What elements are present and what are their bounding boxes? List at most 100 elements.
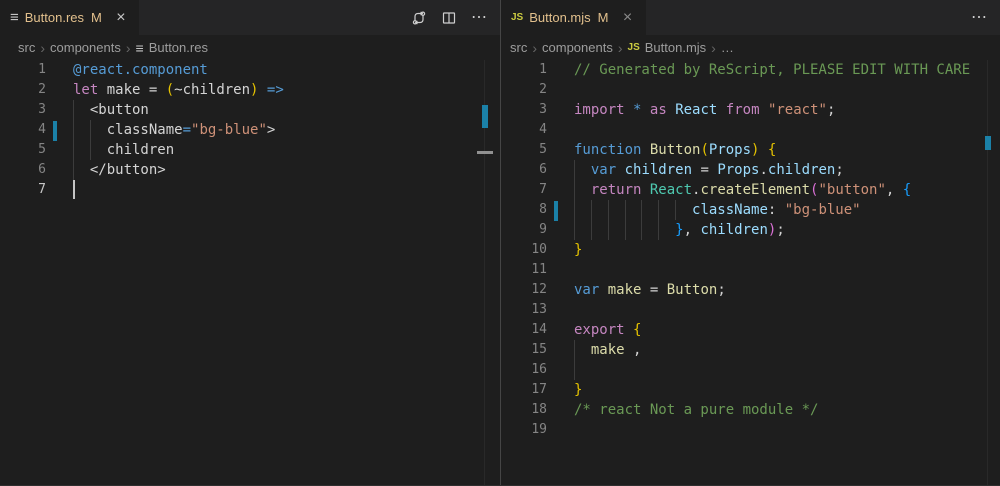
line-number: 9 <box>501 220 547 240</box>
breadcrumb-symbol[interactable]: … <box>721 40 734 55</box>
gutter-modified-indicator <box>53 121 57 141</box>
close-icon[interactable]: × <box>618 8 638 28</box>
indent-guide <box>73 160 74 180</box>
breadcrumb-file[interactable]: Button.mjs <box>645 40 706 55</box>
code-line-text: }, children); <box>574 220 785 240</box>
code-line: 12 var make = Button; <box>501 280 1000 300</box>
breadcrumbs-left: src › components › ≡ Button.res <box>0 35 500 60</box>
line-number: 12 <box>501 280 547 300</box>
code-line: 9 }, children); <box>501 220 1000 240</box>
code-line-text: @react.component <box>73 60 208 80</box>
chevron-right-icon: › <box>532 41 537 55</box>
split-editor-icon <box>441 10 457 26</box>
split-editor-button[interactable] <box>438 7 460 29</box>
code-line-text: var children = Props.children; <box>574 160 844 180</box>
indent-guide <box>591 220 592 240</box>
indent-guide <box>608 200 609 220</box>
code-editor-rescript[interactable]: 1@react.component2let make = (~children)… <box>0 60 500 200</box>
code-line: 6 var children = Props.children; <box>501 160 1000 180</box>
code-line-text: children <box>73 140 174 160</box>
tab-label: Button.res <box>25 10 84 25</box>
chevron-right-icon: › <box>618 41 623 55</box>
code-line: 4 className="bg-blue"> <box>0 120 500 140</box>
more-actions-button[interactable]: ⋯ <box>968 7 990 29</box>
code-line: 11 <box>501 260 1000 280</box>
line-number: 14 <box>501 320 547 340</box>
line-number: 5 <box>501 140 547 160</box>
overview-ruler-modified-marker <box>482 105 488 128</box>
indent-guide <box>574 220 575 240</box>
chevron-right-icon: › <box>711 41 716 55</box>
indent-guide <box>658 220 659 240</box>
line-number: 8 <box>501 200 547 220</box>
more-actions-icon: ⋯ <box>971 10 987 26</box>
line-number: 2 <box>0 80 46 100</box>
code-editor-javascript[interactable]: 1 // Generated by ReScript, PLEASE EDIT W… <box>501 60 1000 440</box>
line-number: 4 <box>501 120 547 140</box>
breadcrumb-components[interactable]: components <box>50 40 121 55</box>
indent-guide <box>574 200 575 220</box>
javascript-icon: JS <box>628 42 640 53</box>
indent-guide <box>625 220 626 240</box>
code-line: 4 <box>501 120 1000 140</box>
indent-guide <box>73 140 74 160</box>
code-line-text: return React.createElement("button", { <box>574 180 911 200</box>
indent-guide <box>73 120 74 140</box>
code-line: 2 <box>501 80 1000 100</box>
line-number: 5 <box>0 140 46 160</box>
breadcrumb-components[interactable]: components <box>542 40 613 55</box>
code-line: 3 <button <box>0 100 500 120</box>
code-line: 15 make , <box>501 340 1000 360</box>
more-actions-button[interactable]: ⋯ <box>468 7 490 29</box>
code-line-text: } <box>574 380 582 400</box>
code-line-text: <button <box>73 100 149 120</box>
indent-guide <box>658 200 659 220</box>
close-icon[interactable]: × <box>111 8 131 28</box>
code-line: 7 return React.createElement("button", { <box>501 180 1000 200</box>
code-line: 2 let make = (~children) => <box>0 80 500 100</box>
code-line: 8 className: "bg-blue" <box>501 200 1000 220</box>
code-line-text: /* react Not a pure module */ <box>574 400 818 420</box>
overview-ruler-cursor-marker <box>477 151 493 154</box>
code-line-text: import * as React from "react"; <box>574 100 835 120</box>
tab-label: Button.mjs <box>529 10 590 25</box>
line-number: 6 <box>0 160 46 180</box>
code-line: 7 <box>0 180 500 200</box>
chevron-right-icon: › <box>126 41 131 55</box>
tab-button-res[interactable]: ≡ Button.res M × <box>0 0 139 35</box>
tab-button-mjs[interactable]: JS Button.mjs M × <box>501 0 646 35</box>
breadcrumb-src[interactable]: src <box>18 40 35 55</box>
line-number: 19 <box>501 420 547 440</box>
code-line: 10} <box>501 240 1000 260</box>
code-line-text: // Generated by ReScript, PLEASE EDIT WI… <box>574 60 970 80</box>
indent-guide <box>574 360 575 380</box>
breadcrumbs-right: src › components › JS Button.mjs › … <box>501 35 1000 60</box>
more-actions-icon: ⋯ <box>471 10 487 26</box>
overview-ruler-modified-marker <box>985 136 991 150</box>
line-number: 17 <box>501 380 547 400</box>
breadcrumb-file[interactable]: Button.res <box>149 40 208 55</box>
indent-guide <box>73 100 74 120</box>
line-number: 11 <box>501 260 547 280</box>
breadcrumb-src[interactable]: src <box>510 40 527 55</box>
editor-actions-right: ⋯ <box>968 0 1000 35</box>
line-number: 1 <box>501 60 547 80</box>
line-number: 15 <box>501 340 547 360</box>
line-number: 16 <box>501 360 547 380</box>
code-line-text: make , <box>574 340 641 360</box>
code-line: 17} <box>501 380 1000 400</box>
code-line: 6 </button> <box>0 160 500 180</box>
code-line: 18/* react Not a pure module */ <box>501 400 1000 420</box>
compare-changes-button[interactable] <box>408 7 430 29</box>
code-line-text: let make = (~children) => <box>73 80 284 100</box>
code-line-text: var make = Button; <box>574 280 726 300</box>
editor-actions-left: ⋯ <box>408 0 500 35</box>
file-icon: ≡ <box>10 10 19 25</box>
file-icon: ≡ <box>136 41 144 55</box>
code-line-text: } <box>574 240 582 260</box>
gutter-modified-indicator <box>554 201 558 221</box>
code-line: 3import * as React from "react"; <box>501 100 1000 120</box>
code-line: 5 children <box>0 140 500 160</box>
line-number: 2 <box>501 80 547 100</box>
indent-guide <box>90 140 91 160</box>
